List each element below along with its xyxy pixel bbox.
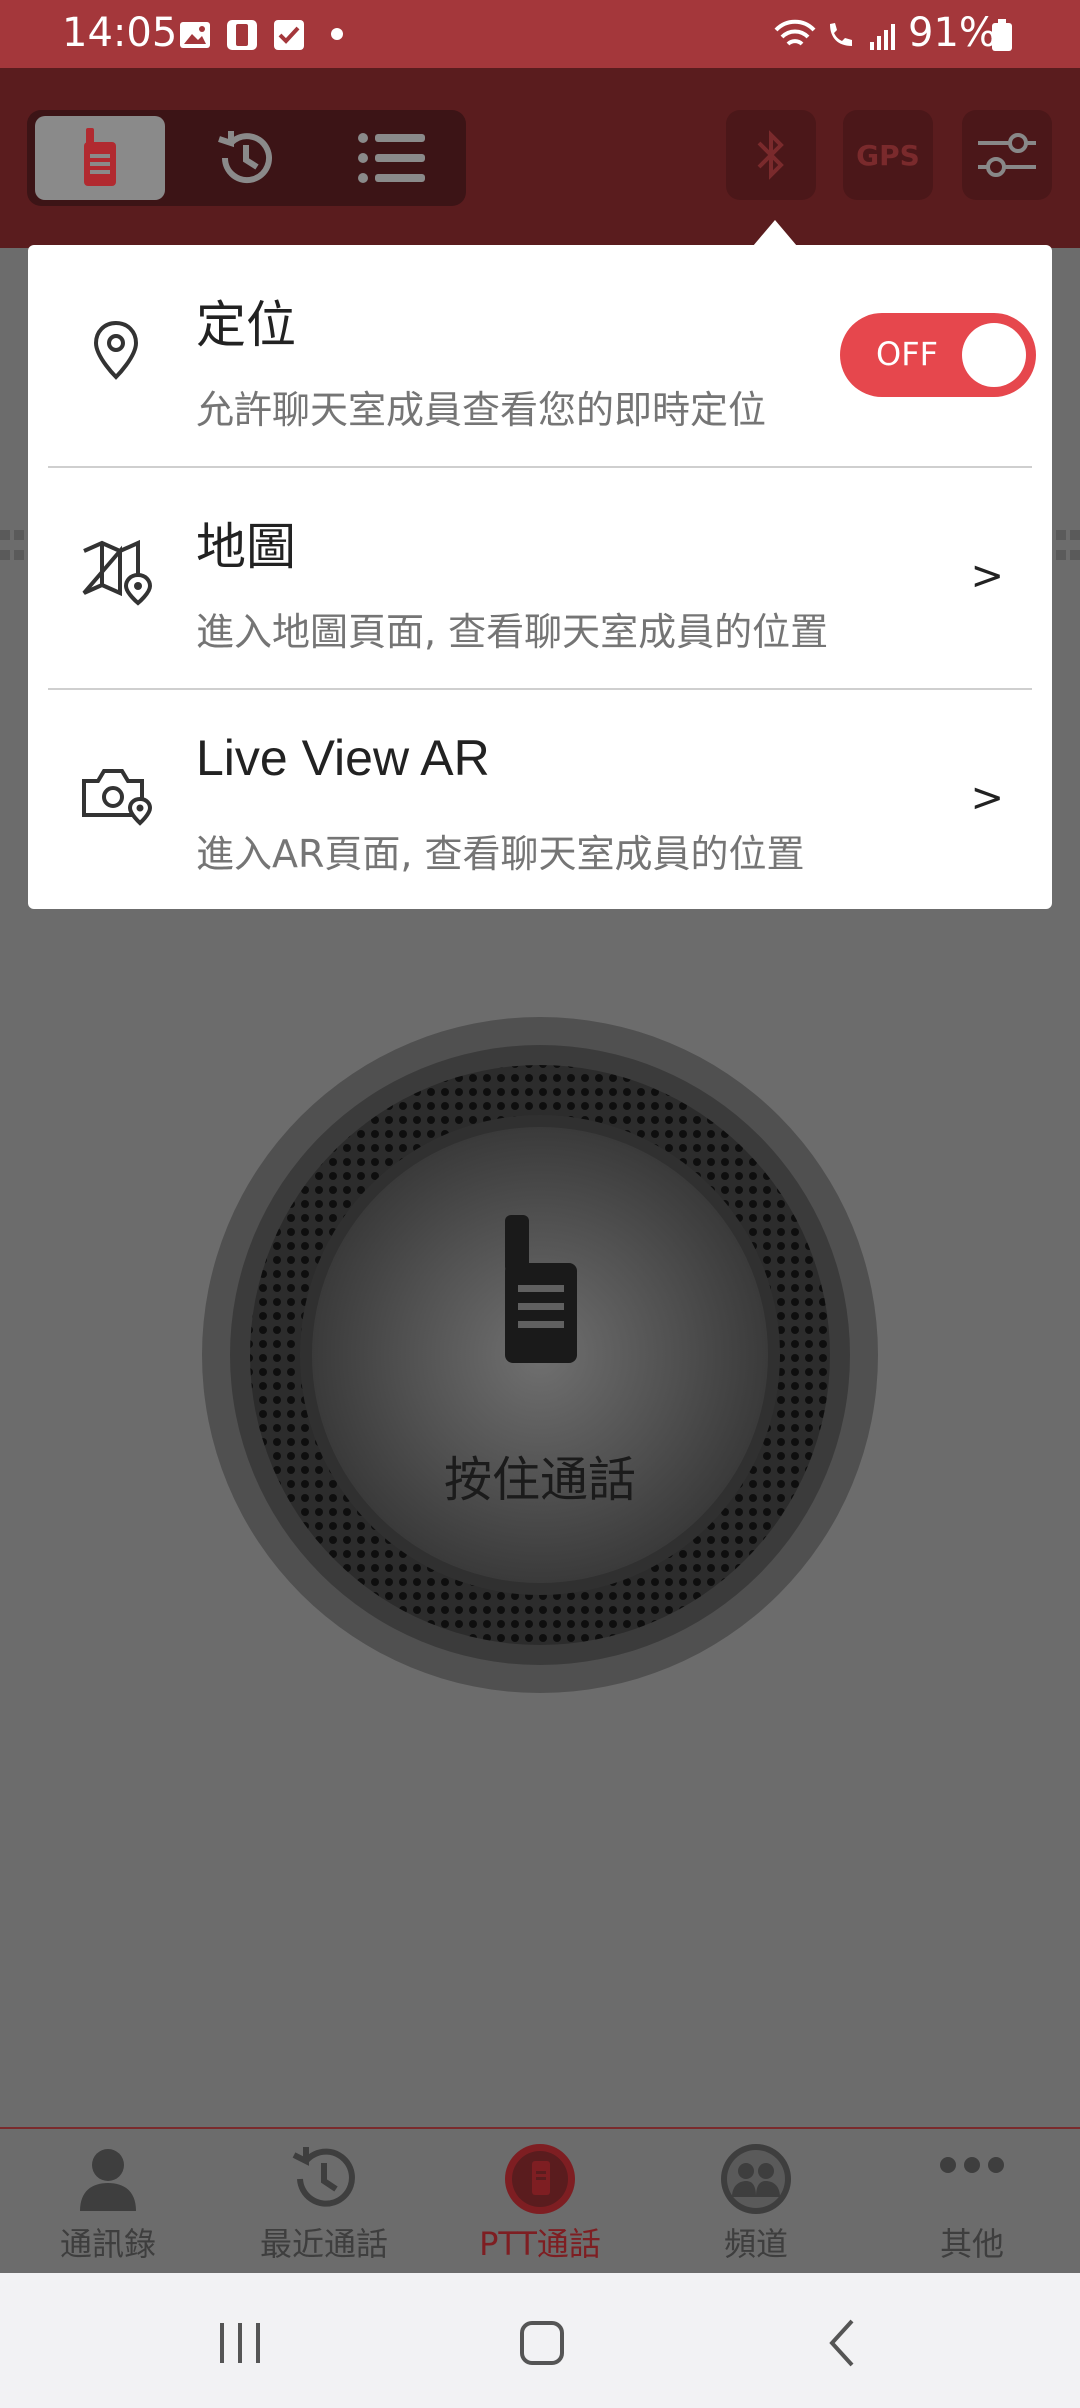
map-icon xyxy=(82,539,152,606)
nav-contacts[interactable]: 通訊錄 xyxy=(0,2129,216,2275)
bluetooth-button[interactable] xyxy=(726,110,816,200)
tab-list[interactable] xyxy=(327,116,457,200)
history-icon xyxy=(292,2147,355,2207)
view-switcher xyxy=(27,110,466,206)
chevron-right-icon: > xyxy=(970,775,1004,821)
location-popup: 定位 允許聊天室成員查看您的即時定位 OFF 地圖 進入地圖頁面, 查看聊天室成… xyxy=(28,245,1052,909)
ar-subtitle: 進入AR頁面, 查看聊天室成員的位置 xyxy=(196,832,805,876)
nav-label: 最近通話 xyxy=(259,2225,388,2263)
nav-label: 其他 xyxy=(939,2225,1004,2263)
group-icon xyxy=(721,2144,791,2214)
wifi-call-icon xyxy=(830,23,852,46)
bluetooth-icon xyxy=(757,130,784,180)
popup-pointer xyxy=(753,220,797,246)
ptt-button[interactable] xyxy=(200,1015,880,1695)
location-row: 定位 允許聊天室成員查看您的即時定位 OFF xyxy=(28,245,1052,465)
home-icon[interactable] xyxy=(512,2313,572,2373)
nav-recent[interactable]: 最近通話 xyxy=(216,2129,432,2275)
check-icon xyxy=(274,20,304,50)
ar-camera-icon xyxy=(82,769,152,826)
location-subtitle: 允許聊天室成員查看您的即時定位 xyxy=(196,388,767,432)
tab-history[interactable] xyxy=(181,116,311,200)
list-icon xyxy=(358,133,425,183)
sliders-icon xyxy=(978,133,1036,177)
background-grille-left xyxy=(0,530,24,560)
ptt-label: 按住通話 xyxy=(443,1452,636,1508)
signal-icon xyxy=(870,24,895,50)
gallery-icon xyxy=(180,22,210,48)
wifi-icon xyxy=(774,19,816,46)
status-bar: 14:05 91% xyxy=(0,0,1080,68)
app-header: GPS xyxy=(0,68,1080,248)
nav-label: PTT通話 xyxy=(479,2225,601,2263)
gps-button[interactable]: GPS xyxy=(843,110,933,200)
nav-label: 頻道 xyxy=(723,2225,788,2263)
ar-title: Live View AR xyxy=(196,730,490,786)
history-icon xyxy=(218,131,272,184)
recent-apps-icon[interactable] xyxy=(210,2313,270,2373)
nav-label: 通訊錄 xyxy=(59,2225,156,2263)
bottom-nav: 通訊錄 最近通話 PTT通話 頻道 其他 xyxy=(0,2127,1080,2273)
toggle-label: OFF xyxy=(876,335,938,373)
notification-dot xyxy=(331,28,343,40)
tab-ptt[interactable] xyxy=(35,116,165,200)
map-row[interactable]: 地圖 進入地圖頁面, 查看聊天室成員的位置 > xyxy=(28,467,1052,687)
location-toggle[interactable]: OFF xyxy=(840,313,1036,397)
toggle-knob xyxy=(962,323,1026,387)
system-nav-bar xyxy=(0,2273,1080,2408)
clock: 14:05 xyxy=(62,10,178,56)
battery-icon xyxy=(992,19,1012,51)
location-pin-icon xyxy=(93,320,139,380)
contacts-icon xyxy=(80,2149,136,2211)
background-grille-right xyxy=(1056,530,1080,560)
ar-row[interactable]: Live View AR 進入AR頁面, 查看聊天室成員的位置 > xyxy=(28,689,1052,909)
location-title: 定位 xyxy=(196,296,296,354)
back-icon[interactable] xyxy=(814,2313,874,2373)
walkie-talkie-icon xyxy=(84,128,116,186)
map-subtitle: 進入地圖頁面, 查看聊天室成員的位置 xyxy=(196,610,829,654)
nav-more[interactable]: 其他 xyxy=(864,2129,1080,2275)
more-icon xyxy=(940,2157,1004,2173)
nav-channels[interactable]: 頻道 xyxy=(648,2129,864,2275)
app-notification-icon xyxy=(227,20,257,50)
nav-ptt[interactable]: PTT通話 xyxy=(432,2129,648,2275)
chevron-right-icon: > xyxy=(970,553,1004,599)
settings-button[interactable] xyxy=(962,110,1052,200)
battery-percent: 91% xyxy=(908,10,997,56)
gps-label: GPS xyxy=(856,138,920,172)
ptt-icon xyxy=(505,2144,575,2214)
map-title: 地圖 xyxy=(196,518,296,576)
